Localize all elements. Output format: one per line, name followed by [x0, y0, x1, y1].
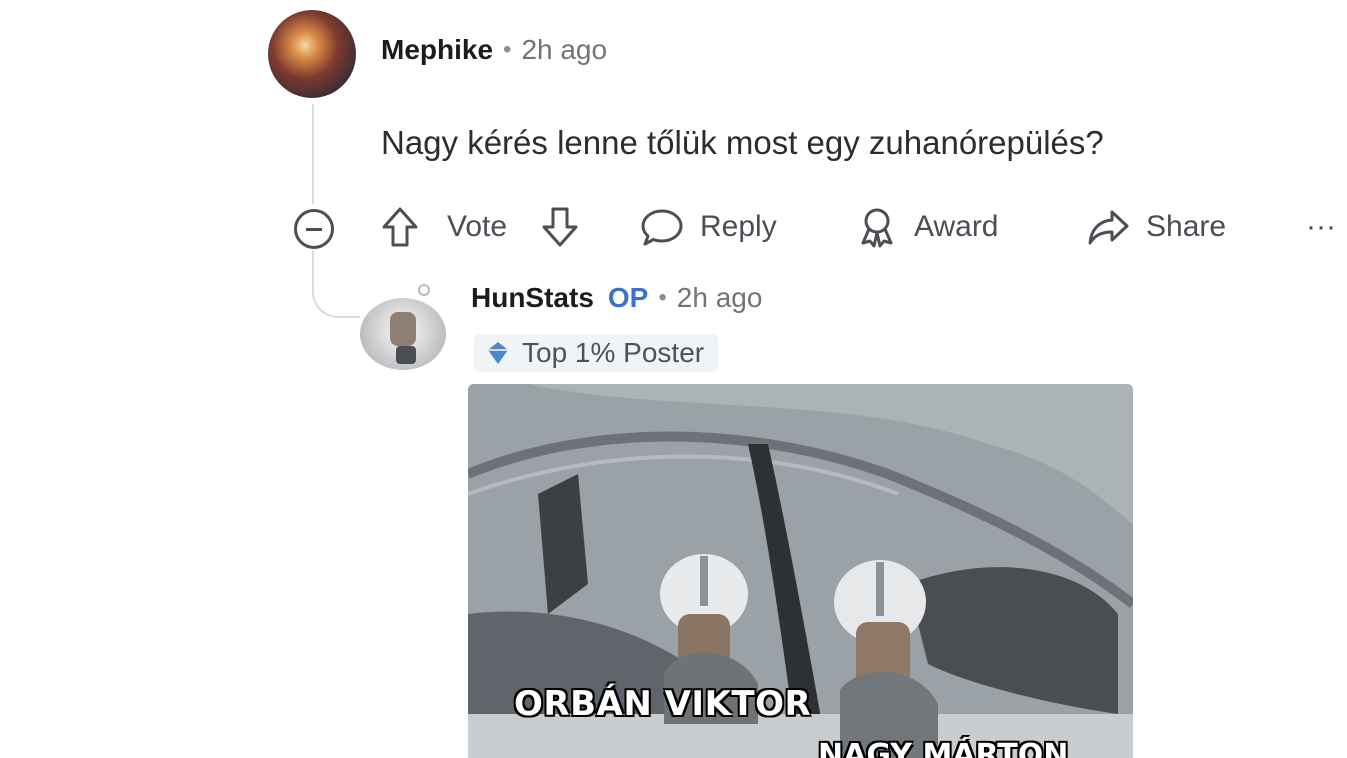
- speech-bubble-icon: [641, 209, 683, 246]
- timestamp[interactable]: 2h ago: [521, 34, 607, 66]
- thread-connector: [312, 270, 360, 318]
- avatar[interactable]: [360, 298, 446, 370]
- vote-count: Vote: [447, 202, 507, 252]
- separator: •: [658, 284, 667, 311]
- avatar[interactable]: [268, 10, 356, 98]
- upvote-button[interactable]: [380, 202, 420, 252]
- share-button[interactable]: Share: [1086, 202, 1226, 252]
- flair-label: Top 1% Poster: [522, 337, 705, 368]
- thread-line: [312, 104, 314, 204]
- diamond-icon: [488, 342, 508, 364]
- arrow-down-icon: [542, 207, 578, 247]
- username[interactable]: HunStats: [471, 282, 594, 314]
- username[interactable]: Mephike: [381, 34, 493, 66]
- minus-circle-icon: [306, 227, 322, 231]
- award-label: Award: [914, 210, 999, 243]
- user-flair: Top 1% Poster: [474, 334, 719, 372]
- vote-label: Vote: [447, 210, 508, 243]
- reply-label: Reply: [700, 210, 777, 243]
- collapse-button[interactable]: [294, 209, 334, 249]
- meme-caption: ORBÁN VIKTOR: [514, 684, 812, 724]
- reply-button[interactable]: Reply: [640, 202, 777, 252]
- downvote-button[interactable]: [540, 202, 580, 252]
- separator: •: [503, 36, 512, 63]
- share-label: Share: [1146, 210, 1227, 243]
- more-options-button[interactable]: ···: [1306, 202, 1336, 252]
- more-label: ···: [1306, 210, 1336, 243]
- share-arrow-icon: [1088, 210, 1129, 245]
- online-status-indicator: [418, 284, 430, 296]
- comment-body: Nagy kérés lenne tőlük most egy zuhanóre…: [381, 124, 1104, 161]
- meme-caption: NAGY MÁRTON: [818, 738, 1069, 758]
- comment-meta: Mephike • 2h ago: [381, 34, 607, 66]
- op-badge: OP: [607, 282, 649, 313]
- award-button[interactable]: Award: [856, 202, 999, 252]
- arrow-up-icon: [382, 207, 418, 247]
- meme-image[interactable]: ORBÁN VIKTOR NAGY MÁRTON: [468, 384, 1133, 758]
- award-ribbon-icon: [861, 208, 893, 248]
- timestamp[interactable]: 2h ago: [677, 282, 763, 314]
- reply-meta: HunStats OP • 2h ago: [471, 282, 762, 314]
